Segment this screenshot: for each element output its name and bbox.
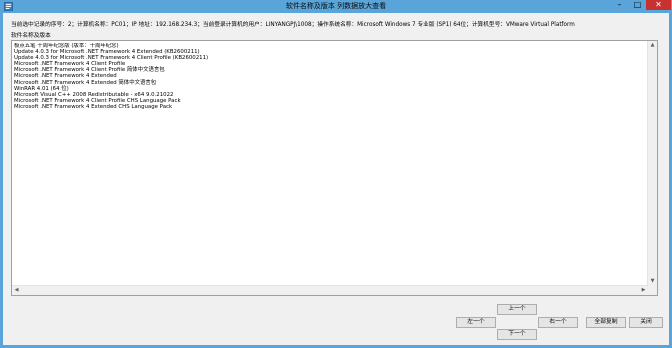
list-item[interactable]: Microsoft .NET Framework 4 Extended CHS … [14,104,647,110]
software-listbox[interactable]: 极点五笔 十周年纪念版 (版本：十周年纪念) Update 4.0.3 for M… [11,40,658,296]
section-label: 软件名称及版本 [11,33,51,39]
app-window: 软件名称及版本 列数据放大查看 – □ ✕ 当前选中记录的序号：2；计算机名称：… [0,0,672,348]
up-button[interactable]: 上一个 [497,304,537,315]
scroll-right-arrow-icon[interactable]: ▶ [639,286,648,295]
close-window-button[interactable]: ✕ [646,0,671,10]
software-list: 极点五笔 十周年纪念版 (版本：十周年纪念) Update 4.0.3 for M… [14,43,647,285]
minimize-button[interactable]: – [611,0,628,10]
scroll-left-arrow-icon[interactable]: ◀ [12,286,21,295]
close-button[interactable]: 关闭 [629,317,663,328]
client-area: 当前选中记录的序号：2；计算机名称：PC01；IP 地址：192.168.234… [3,13,669,345]
scrollbar-corner [648,286,657,295]
maximize-button[interactable]: □ [629,0,646,10]
vertical-scrollbar[interactable]: ▲ ▼ [647,41,657,286]
window-title: 软件名称及版本 列数据放大查看 [285,2,387,10]
title-bar[interactable]: 软件名称及版本 列数据放大查看 – □ ✕ [0,0,672,13]
record-info-line: 当前选中记录的序号：2；计算机名称：PC01；IP 地址：192.168.234… [11,22,575,28]
previous-button[interactable]: 左一个 [456,317,496,328]
next-button[interactable]: 右一个 [538,317,578,328]
scroll-up-arrow-icon[interactable]: ▲ [648,41,657,50]
down-button[interactable]: 下一个 [497,329,537,340]
copy-all-button[interactable]: 全部复制 [586,317,626,328]
horizontal-scrollbar[interactable]: ◀ ▶ [12,285,648,295]
scroll-down-arrow-icon[interactable]: ▼ [648,277,657,286]
